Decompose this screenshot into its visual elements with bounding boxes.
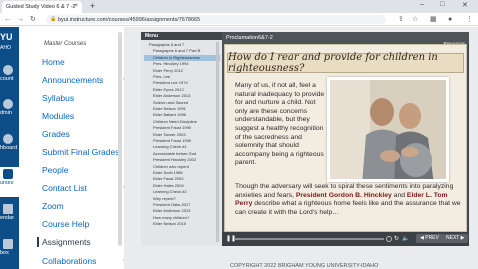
minimize-icon[interactable]: –: [420, 1, 424, 8]
master-courses-label: Master Courses: [44, 41, 87, 47]
gnav-calendar[interactable]: endar: [0, 204, 19, 221]
gnav-inbox[interactable]: box: [0, 239, 19, 256]
volume-icon[interactable]: 🔈: [402, 235, 409, 243]
bookmark-icon[interactable]: ☆: [412, 15, 418, 24]
course-nav-scrollbar[interactable]: [118, 32, 122, 246]
new-tab-icon[interactable]: +: [90, 1, 95, 11]
banner-text: How do I rear and provide for children i…: [228, 52, 438, 74]
prev-button[interactable]: ◀ PREV: [416, 234, 443, 243]
course-nav-course-help[interactable]: Course Help: [42, 219, 89, 229]
course-nav-submit-final-grades[interactable]: Submit Final Grades: [42, 147, 119, 157]
seek-bar[interactable]: [234, 236, 392, 242]
forward-icon[interactable]: →: [17, 15, 24, 24]
course-nav-assignments[interactable]: Assignments: [37, 237, 91, 247]
browser-tab[interactable]: Guided Study Video 6 & 7 -2 ×: [2, 1, 82, 13]
course-nav-modules[interactable]: Modules: [42, 111, 74, 121]
player-controls: ❚❚ ↻ 🔈 ◀ PREV NEXT ▶: [222, 232, 469, 246]
course-nav-contact-list[interactable]: Contact List: [42, 183, 87, 193]
course-nav-grades[interactable]: Grades: [42, 129, 70, 139]
gnav-label: hboard: [0, 145, 18, 151]
back-icon[interactable]: ←: [4, 15, 11, 24]
courses-icon: [3, 169, 13, 179]
share-icon[interactable]: ⇪: [398, 15, 404, 24]
menu-scrollbar[interactable]: [216, 42, 219, 242]
dashboard-icon: [3, 134, 13, 144]
inbox-icon: [3, 239, 13, 249]
university-logo[interactable]: YU AHO: [0, 33, 19, 59]
family-photo: [327, 77, 449, 182]
more-icon[interactable]: ⋮: [466, 15, 473, 24]
slide-header: Proclamation6&7-2 Resources: [222, 32, 469, 46]
account-icon: [3, 65, 13, 75]
seek-knob[interactable]: [386, 236, 392, 242]
tab-title: Guided Study Video 6 & 7 -2: [6, 4, 76, 10]
slide-canvas: How do I rear and provide for children i…: [224, 44, 467, 232]
gnav-account[interactable]: count: [0, 65, 19, 82]
calendar-icon: [3, 204, 13, 214]
global-nav: YU AHO count dmin hboard urses endar box: [0, 27, 19, 269]
gnav-label: count: [0, 76, 14, 82]
paragraph-2-text: and: [391, 191, 407, 199]
window-close-icon[interactable]: ✕: [462, 1, 468, 9]
maximize-icon[interactable]: □: [440, 1, 444, 8]
slide-title: Proclamation6&7-2: [226, 35, 273, 41]
reload-icon[interactable]: ↻: [30, 15, 36, 24]
logo-text: YU: [0, 32, 13, 42]
next-button[interactable]: NEXT ▶: [442, 234, 469, 243]
course-nav: Master Courses Home Announcements ⊘ Syll…: [19, 27, 129, 269]
gnav-label: urses: [0, 180, 14, 186]
course-nav-home[interactable]: Home: [42, 57, 65, 67]
course-nav-collaborations[interactable]: Collaborations: [42, 256, 96, 266]
gnav-label: endar: [0, 215, 15, 221]
menu-title[interactable]: Menu: [141, 32, 222, 40]
profile-icon[interactable]: ●: [448, 15, 452, 24]
course-nav-announcements[interactable]: Announcements: [42, 75, 103, 85]
course-nav-people[interactable]: People: [42, 165, 68, 175]
slide-paragraph-1: Many of us, if not all, feel a natural i…: [235, 82, 325, 167]
gnav-label: box: [0, 250, 9, 256]
slide-paragraph-2: Though the adversary will seek to spiral…: [235, 183, 463, 217]
extensions-icon[interactable]: ▦: [430, 15, 437, 24]
course-nav-zoom[interactable]: Zoom: [42, 201, 64, 211]
menu-item[interactable]: Elder Nelson 2015: [144, 221, 220, 227]
url-text: byui.instructure.com/courses/45996/assig…: [58, 16, 201, 23]
family-photo-image: [330, 80, 446, 179]
copyright-footer: COPYRIGHT 2022 BRIGHAM YOUNG UNIVERSITY-…: [230, 263, 379, 269]
browser-tab-bar: Guided Study Video 6 & 7 -2 × + – □ ✕: [0, 0, 478, 13]
address-bar[interactable]: 🔒 byui.instructure.com/courses/45996/ass…: [46, 15, 386, 24]
gnav-dashboard[interactable]: hboard: [0, 134, 19, 151]
slide-banner: How do I rear and provide for children i…: [227, 52, 464, 74]
paragraph-2-text: describe what a righteous home feels lik…: [235, 200, 461, 216]
gnav-courses[interactable]: urses: [0, 167, 19, 197]
course-nav-syllabus[interactable]: Syllabus: [42, 93, 74, 103]
admin-icon: [3, 99, 13, 109]
logo-subtext: AHO: [0, 45, 11, 51]
paragraph-2-name: President Gordon B. Hinckley: [295, 191, 392, 199]
replay-icon[interactable]: ↻: [394, 235, 399, 243]
close-icon[interactable]: ×: [74, 3, 78, 9]
browser-toolbar: ← → ↻ 🔒 byui.instructure.com/courses/459…: [0, 13, 478, 26]
gnav-label: dmin: [0, 110, 12, 116]
gnav-admin[interactable]: dmin: [0, 99, 19, 116]
lock-icon: 🔒: [50, 16, 57, 22]
player-menu: Menu Paragraphs 6 and 7 Paragraphs 6 and …: [141, 32, 222, 246]
